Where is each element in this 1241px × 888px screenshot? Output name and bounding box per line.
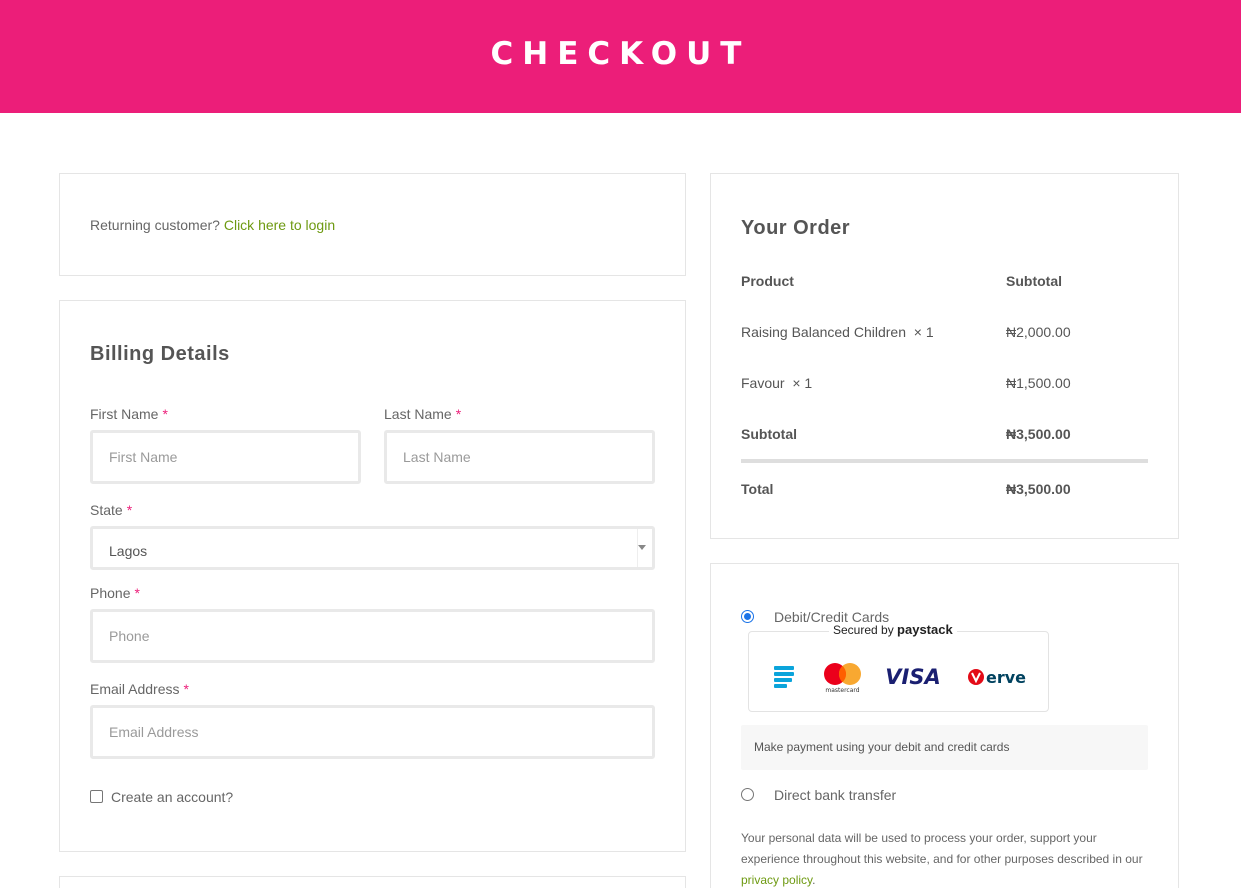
card-payment-description: Make payment using your debit and credit…	[741, 725, 1148, 770]
additional-section	[59, 876, 686, 888]
total-value: ₦3,500.00	[1006, 481, 1071, 497]
subtotal-label: Subtotal	[741, 426, 797, 442]
page-header: CHECKOUT	[0, 0, 1241, 113]
privacy-notice: Your personal data will be used to proce…	[741, 831, 1143, 887]
last-name-label: Last Name *	[384, 406, 462, 422]
bank-transfer-radio[interactable]	[741, 788, 754, 801]
svg-text:erve: erve	[986, 668, 1026, 687]
chevron-down-icon	[638, 545, 646, 550]
create-account-label[interactable]: Create an account?	[111, 789, 233, 805]
first-name-label: First Name *	[90, 406, 168, 422]
payment-section: Debit/Credit Cards Secured by paystack m…	[710, 563, 1179, 888]
card-payment-radio[interactable]	[741, 610, 754, 623]
order-item-price: ₦1,500.00	[1006, 375, 1071, 391]
card-brand-logos: mastercard VISA erve	[774, 663, 1026, 694]
card-brands-panel: Secured by paystack mastercard VISA erve	[748, 622, 1049, 712]
phone-input[interactable]	[90, 609, 655, 663]
total-label: Total	[741, 481, 774, 497]
mastercard-icon: mastercard	[824, 663, 861, 694]
svg-text:mastercard: mastercard	[825, 687, 859, 694]
order-summary: Your Order Product Subtotal Raising Bala…	[710, 173, 1179, 539]
state-select-value: Lagos	[109, 543, 148, 559]
order-heading: Your Order	[741, 217, 851, 239]
login-link[interactable]: Click here to login	[224, 217, 335, 233]
order-item-name: Favour × 1	[741, 375, 813, 391]
login-notice-text: Returning customer? Click here to login	[90, 217, 336, 233]
first-name-input[interactable]	[90, 430, 361, 484]
billing-heading: Billing Details	[90, 343, 230, 365]
create-account-checkbox[interactable]	[90, 790, 103, 803]
billing-section: Billing Details First Name* Last Name* S…	[59, 300, 686, 852]
product-column-header: Product	[741, 273, 794, 289]
privacy-policy-link[interactable]: privacy policy	[741, 873, 812, 887]
page-title: CHECKOUT	[490, 36, 751, 72]
email-input[interactable]	[90, 705, 655, 759]
email-label: Email Address *	[90, 681, 189, 697]
order-item-price: ₦2,000.00	[1006, 324, 1071, 340]
subtotal-column-header: Subtotal	[1006, 273, 1062, 289]
verve-icon: erve	[968, 668, 1026, 687]
visa-icon: VISA	[885, 665, 940, 689]
phone-label: Phone *	[90, 585, 140, 601]
state-select[interactable]: Lagos	[90, 526, 655, 570]
order-item-name: Raising Balanced Children × 1	[741, 324, 934, 340]
subtotal-value: ₦3,500.00	[1006, 426, 1071, 442]
state-label: State *	[90, 502, 133, 518]
last-name-input[interactable]	[384, 430, 655, 484]
bank-transfer-label[interactable]: Direct bank transfer	[774, 787, 896, 803]
divider	[741, 459, 1148, 463]
svg-text:VISA: VISA	[885, 665, 940, 689]
login-notice: Returning customer? Click here to login	[59, 173, 686, 276]
paystack-icon	[774, 666, 794, 688]
